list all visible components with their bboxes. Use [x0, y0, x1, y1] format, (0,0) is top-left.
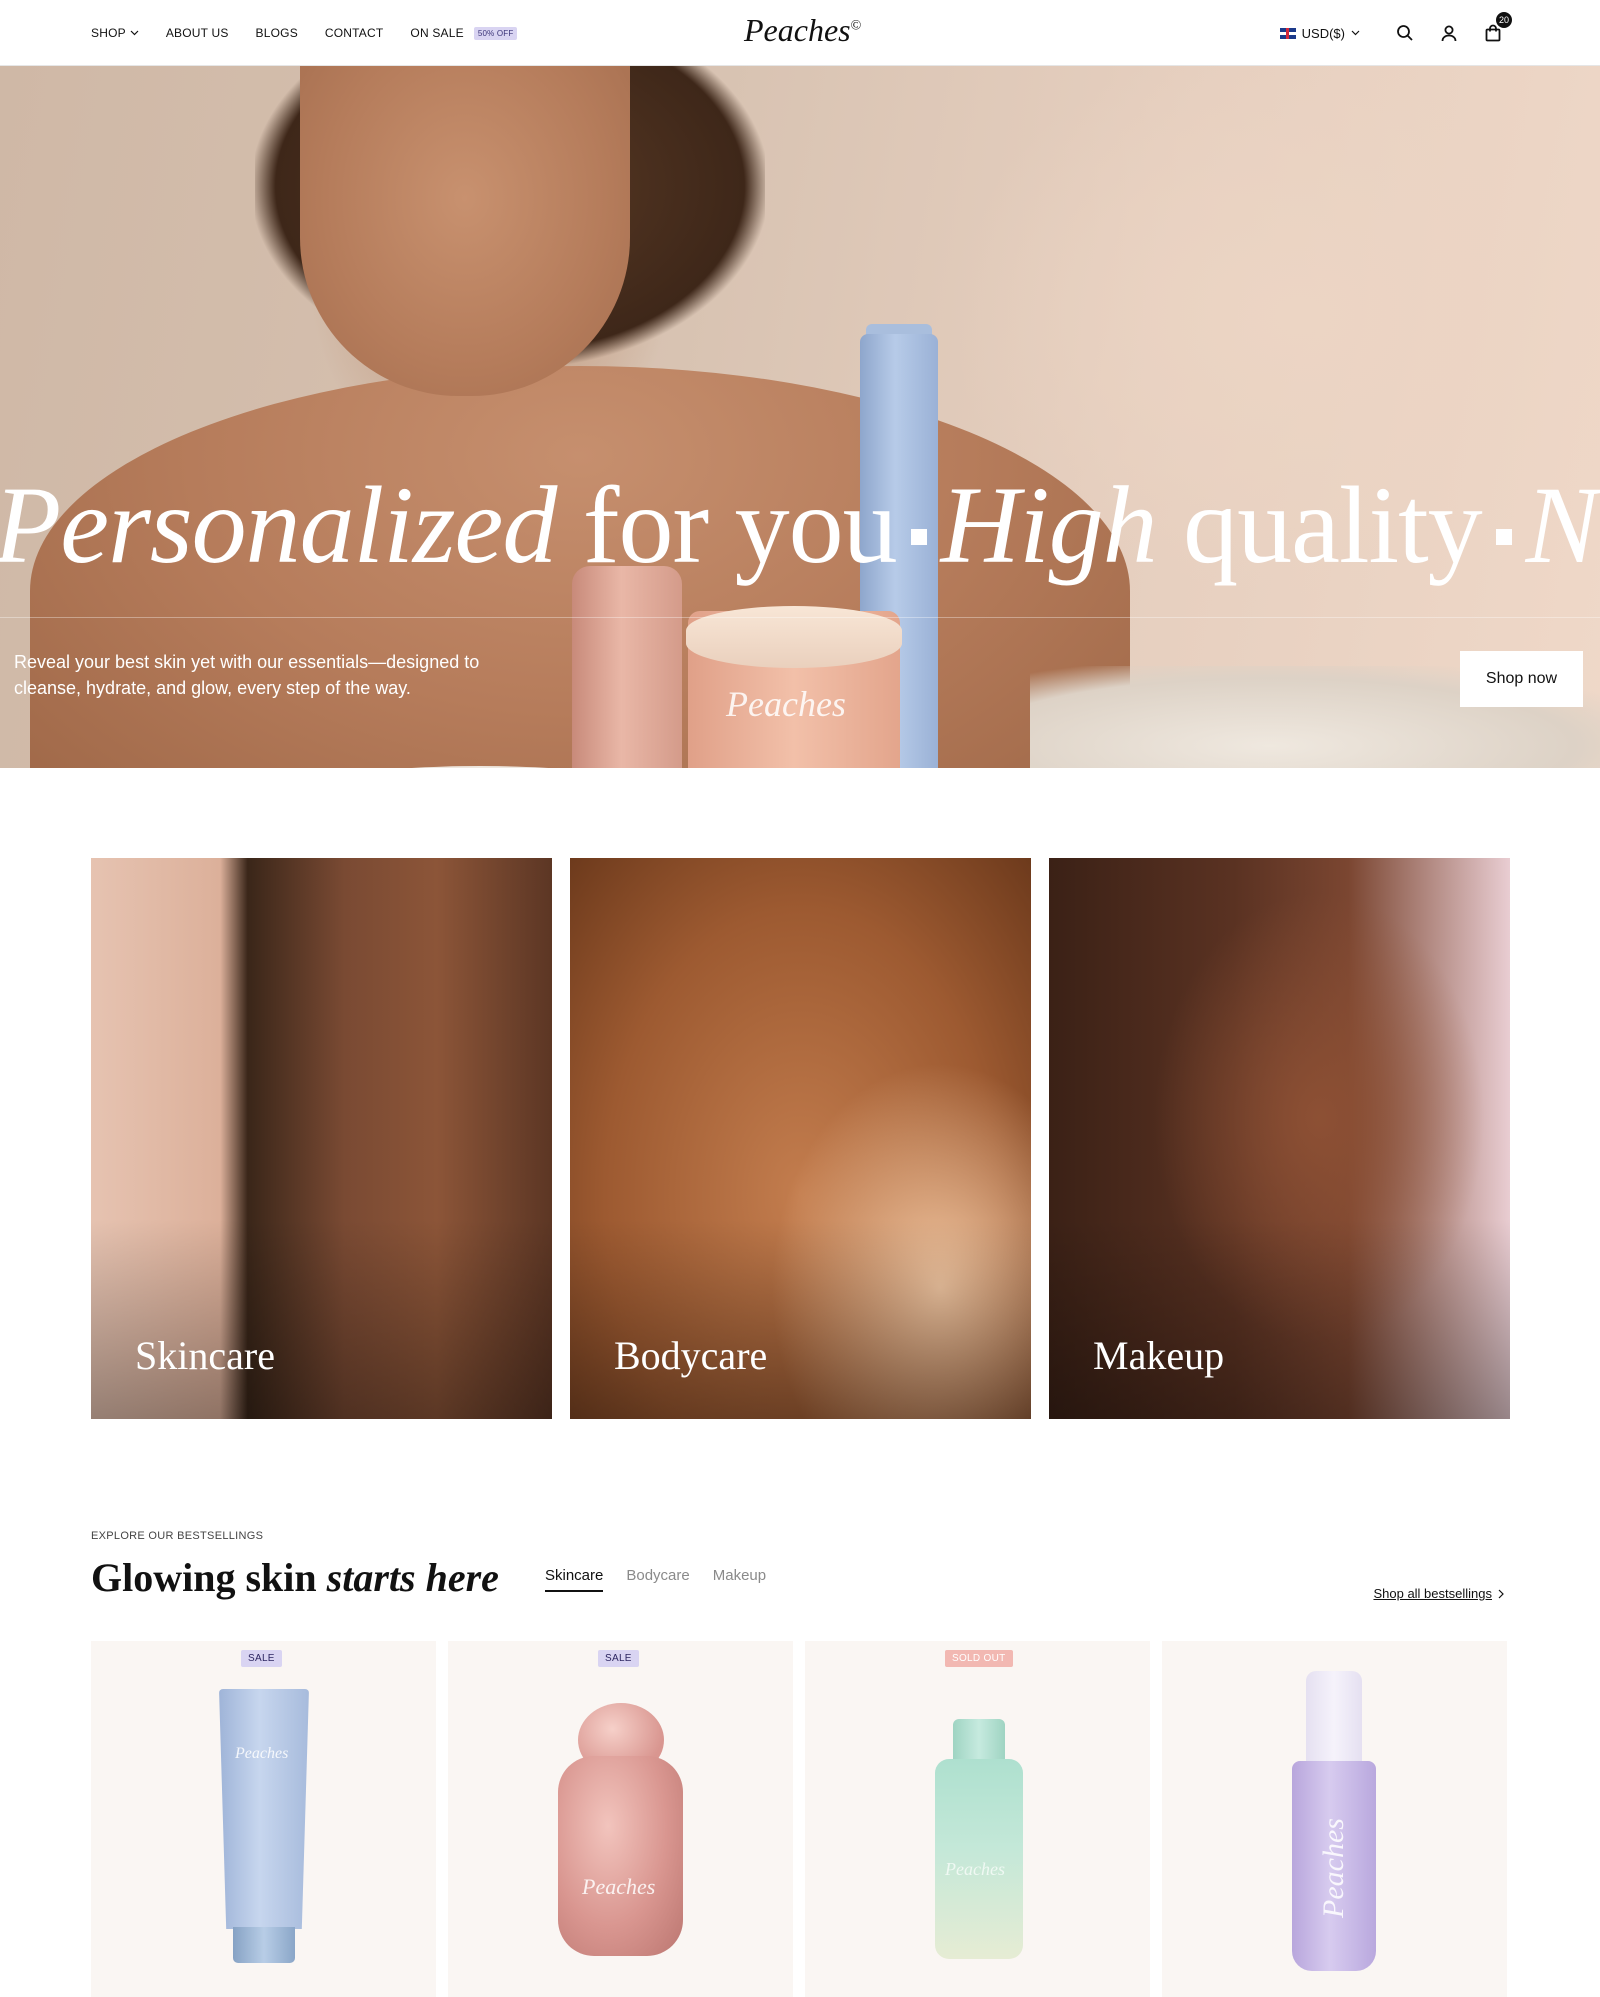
hero-marquee: Personalized for you High quality N	[0, 464, 1599, 586]
marquee-separator	[1495, 528, 1512, 545]
chevron-down-icon	[1351, 30, 1360, 36]
currency-selector[interactable]: USD($)	[1279, 25, 1360, 41]
main-nav: SHOP ABOUT US BLOGS CONTACT ON SALE 50% O…	[91, 0, 518, 66]
product-card[interactable]: SOLD OUT Peaches	[805, 1641, 1150, 1997]
shop-all-link[interactable]: Shop all bestsellings	[1373, 1586, 1504, 1601]
search-button[interactable]	[1394, 22, 1416, 44]
currency-label: USD($)	[1301, 25, 1345, 41]
product-brand-text: Peaches	[945, 1859, 1005, 1879]
section-eyebrow: EXPLORE OUR BESTSELLINGS	[91, 1530, 264, 1542]
category-tabs: Skincare Bodycare Makeup	[545, 1567, 766, 1592]
header-actions: USD($) 20	[1279, 0, 1512, 66]
category-label: Skincare	[135, 1333, 275, 1378]
product-card[interactable]: Peaches	[1162, 1641, 1507, 1997]
uk-flag-icon	[1279, 27, 1296, 39]
product-brand-text: Peaches	[1317, 1818, 1350, 1918]
product-image-pump-top	[1306, 1671, 1362, 1767]
product-image-perfume: Peaches	[558, 1756, 683, 1956]
marquee-separator	[910, 528, 927, 545]
hero-jar-lid	[686, 606, 902, 668]
hero-product-bottle	[572, 566, 682, 768]
product-brand-text: Peaches	[582, 1874, 656, 1899]
nav-about-us[interactable]: ABOUT US	[166, 26, 229, 40]
hero-divider	[0, 617, 1600, 618]
search-icon	[1397, 25, 1413, 41]
product-image-bottle: Peaches	[935, 1759, 1023, 1959]
hero-description: Reveal your best skin yet with our essen…	[14, 652, 480, 698]
tab-bodycare[interactable]: Bodycare	[626, 1567, 689, 1592]
product-brand-text: Peaches	[235, 1745, 289, 1762]
jar-brand-text: Peaches	[726, 684, 846, 724]
category-card-makeup[interactable]: Makeup	[1049, 858, 1510, 1419]
category-card-skincare[interactable]: Skincare	[91, 858, 552, 1419]
chevron-down-icon	[130, 30, 139, 36]
sale-tag: SALE	[241, 1650, 282, 1667]
chevron-right-icon	[1498, 1589, 1504, 1598]
tab-makeup[interactable]: Makeup	[713, 1567, 766, 1592]
section-heading: Glowing skin starts here	[91, 1555, 499, 1600]
cart-button[interactable]: 20	[1482, 12, 1512, 44]
site-logo[interactable]: Peaches©	[744, 12, 861, 49]
sold-out-tag: SOLD OUT	[945, 1650, 1013, 1667]
user-icon	[1441, 25, 1457, 42]
category-label: Makeup	[1093, 1333, 1225, 1378]
nav-on-sale[interactable]: ON SALE 50% OFF	[410, 26, 518, 40]
product-image-pump: Peaches	[1292, 1761, 1376, 1971]
product-card[interactable]: SALE Peaches	[91, 1641, 436, 1997]
cart-count-badge: 20	[1496, 12, 1512, 28]
category-label: Bodycare	[614, 1333, 768, 1378]
category-card-bodycare[interactable]: Bodycare	[570, 858, 1031, 1419]
nav-shop[interactable]: SHOP	[91, 26, 139, 40]
product-card[interactable]: SALE Peaches	[448, 1641, 793, 1997]
hero-banner: Peaches Personalized for you High quality…	[0, 66, 1600, 768]
nav-blogs[interactable]: BLOGS	[256, 26, 298, 40]
hero-image-face	[300, 66, 630, 396]
tab-skincare[interactable]: Skincare	[545, 1567, 604, 1592]
shop-now-button[interactable]: Shop now	[1460, 651, 1583, 707]
nav-contact[interactable]: CONTACT	[325, 26, 384, 40]
account-button[interactable]	[1438, 22, 1460, 44]
site-header: SHOP ABOUT US BLOGS CONTACT ON SALE 50% O…	[0, 0, 1600, 66]
product-image-tube: Peaches	[219, 1689, 309, 1929]
product-image-tube-cap	[233, 1927, 295, 1963]
sale-badge: 50% OFF	[473, 26, 518, 40]
sale-tag: SALE	[598, 1650, 639, 1667]
